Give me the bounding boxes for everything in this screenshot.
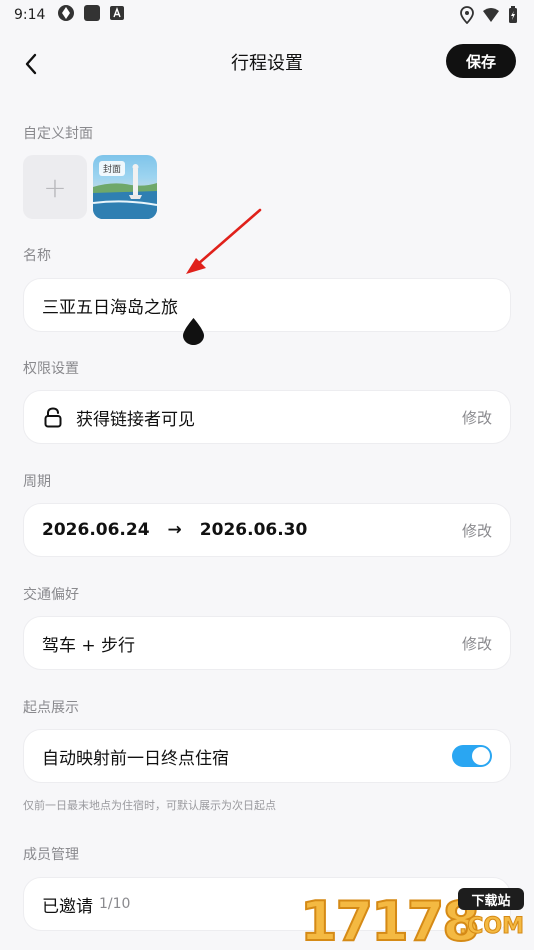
app-square-icon <box>83 4 101 26</box>
app-a-icon <box>109 5 125 25</box>
app-notification-icon <box>57 4 75 26</box>
members-label: 成员管理 <box>23 847 79 863</box>
battery-icon <box>508 6 518 28</box>
watermark-logo: 17178 下载站 .COM <box>299 884 528 950</box>
start-point-row: 自动映射前一日终点住宿 <box>23 729 511 783</box>
cover-tag: 封面 <box>99 161 126 176</box>
start-point-label: 起点展示 <box>23 700 79 716</box>
permission-edit-link[interactable]: 修改 <box>462 407 492 428</box>
watermark-badge: 下载站 <box>458 888 524 910</box>
toggle-knob <box>472 747 490 765</box>
page-title: 行程设置 <box>231 53 303 74</box>
transport-value: 驾车 + 步行 <box>42 635 136 656</box>
members-count: 1/10 <box>99 896 131 912</box>
start-point-value: 自动映射前一日终点住宿 <box>42 748 229 769</box>
name-label: 名称 <box>23 248 51 264</box>
lock-icon <box>44 407 62 428</box>
start-point-toggle[interactable] <box>452 745 492 767</box>
members-value: 已邀请 <box>42 896 93 917</box>
permission-row[interactable]: 获得链接者可见 修改 <box>23 390 511 444</box>
start-point-hint: 仅前一日最末地点为住宿时，可默认展示为次日起点 <box>23 799 276 812</box>
annotation-arrow-icon <box>186 208 262 274</box>
period-edit-link[interactable]: 修改 <box>462 520 492 541</box>
add-cover-button[interactable]: + <box>23 155 87 219</box>
status-bar: 9:14 <box>0 0 534 30</box>
text-cursor-handle-icon[interactable] <box>181 317 206 346</box>
status-time: 9:14 <box>14 7 46 23</box>
name-field[interactable]: 三亚五日海岛之旅 <box>23 278 511 332</box>
watermark-digits: 17178 <box>299 889 481 950</box>
permission-value: 获得链接者可见 <box>76 409 195 430</box>
period-end: 2026.06.30 <box>199 520 308 540</box>
header: 行程设置 保存 <box>0 38 534 86</box>
transport-edit-link[interactable]: 修改 <box>462 633 492 654</box>
cover-row: + 封面 <box>23 155 157 219</box>
watermark-domain: .COM <box>458 914 524 940</box>
chevron-left-icon <box>25 53 37 75</box>
permission-label: 权限设置 <box>23 361 79 377</box>
location-icon <box>460 6 474 28</box>
transport-label: 交通偏好 <box>23 587 79 603</box>
name-value: 三亚五日海岛之旅 <box>42 297 178 318</box>
period-row[interactable]: 2026.06.24 → 2026.06.30 修改 <box>23 503 511 557</box>
cover-thumbnail[interactable]: 封面 <box>93 155 157 219</box>
plus-icon: + <box>43 170 67 204</box>
save-button[interactable]: 保存 <box>446 44 516 78</box>
period-start: 2026.06.24 <box>42 520 150 540</box>
wifi-icon <box>482 7 500 27</box>
period-label: 周期 <box>23 474 51 490</box>
cover-label: 自定义封面 <box>23 126 93 142</box>
arrow-right-icon: → <box>167 520 182 540</box>
back-button[interactable] <box>18 50 46 78</box>
transport-row[interactable]: 驾车 + 步行 修改 <box>23 616 511 670</box>
